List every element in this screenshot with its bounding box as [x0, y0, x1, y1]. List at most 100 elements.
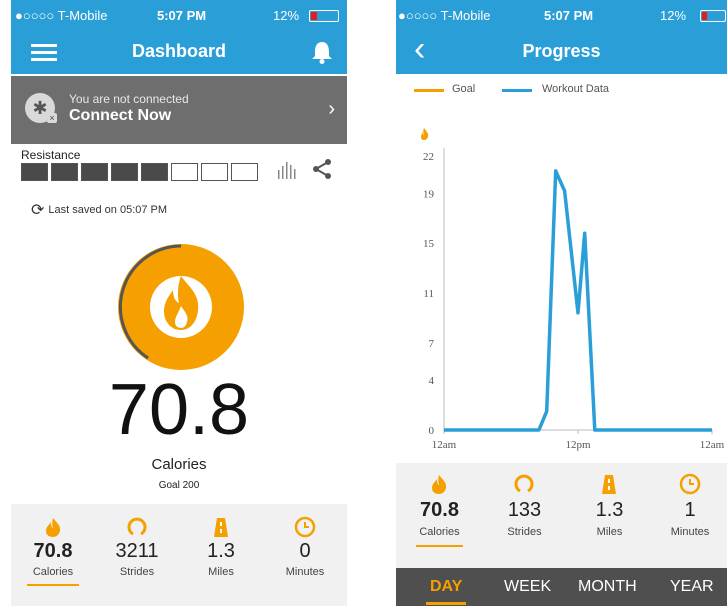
road-icon	[602, 475, 616, 494]
tab-day[interactable]: DAY	[430, 578, 462, 596]
selected-indicator	[27, 584, 79, 586]
resistance-level-bar[interactable]	[21, 163, 258, 181]
period-tabs: DAY WEEK MONTH YEAR	[396, 568, 727, 606]
goal-label: Goal 200	[158, 480, 200, 491]
sync-icon[interactable]: ⟳	[31, 200, 44, 220]
stat-miles[interactable]: 1.3 Miles	[179, 504, 263, 606]
chevron-right-icon: ›	[328, 98, 335, 120]
connect-now-label: Connect Now	[69, 107, 172, 124]
stat-value: 1.3	[207, 540, 235, 562]
stat-minutes[interactable]: 1 Minutes	[653, 463, 727, 568]
progress-line-chart: 0 4 7 11 15 19 22 12am 12pm 12am	[421, 128, 725, 451]
flame-icon	[421, 128, 429, 140]
flame-icon	[432, 475, 447, 494]
y-axis: 0 4 7 11 15 19 22	[423, 148, 445, 437]
strides-icon	[514, 474, 534, 493]
road-icon	[214, 518, 228, 537]
resistance-segment[interactable]	[171, 163, 198, 181]
stat-value: 70.8	[420, 499, 459, 521]
series-line-workout-data	[444, 169, 712, 432]
resistance-label: Resistance	[21, 148, 81, 162]
resistance-segment[interactable]	[141, 163, 168, 181]
status-bar: ●○○○○ T-Mobile 5:07 PM 12%	[11, 0, 347, 28]
stat-label: Calories	[419, 526, 460, 538]
clock-icon	[679, 473, 701, 495]
connection-status-text: You are not connected	[69, 92, 189, 106]
x-tick-label: 12am	[700, 439, 725, 451]
clock-label: 5:07 PM	[544, 8, 594, 23]
y-tick-label: 19	[423, 188, 435, 200]
y-tick-label: 15	[423, 238, 435, 250]
resistance-segment[interactable]	[201, 163, 228, 181]
battery-icon	[309, 10, 339, 22]
clock-icon	[294, 516, 316, 538]
y-tick-label: 4	[429, 375, 435, 387]
selected-indicator	[416, 545, 463, 547]
stat-value: 1.3	[595, 499, 624, 521]
series-group	[444, 169, 712, 432]
equalizer-icon[interactable]	[277, 160, 299, 180]
resistance-segment[interactable]	[21, 163, 48, 181]
disconnected-icon: ×	[47, 113, 57, 123]
page-title: Progress	[522, 41, 601, 61]
y-tick-label: 11	[423, 288, 434, 300]
resistance-segment[interactable]	[111, 163, 138, 181]
x-axis: 12am 12pm 12am	[432, 429, 725, 451]
stat-value: 1	[684, 499, 696, 521]
last-saved: ⟳ Last saved on 05:07 PM	[31, 200, 167, 220]
x-tick-label: 12am	[432, 439, 457, 451]
x-tick-label: 12pm	[565, 439, 591, 451]
stat-value: 133	[507, 499, 542, 521]
tab-year[interactable]: YEAR	[670, 578, 714, 596]
stat-label: Strides	[507, 526, 542, 538]
flame-icon	[46, 518, 61, 537]
stat-value: 0	[299, 540, 311, 562]
stat-minutes[interactable]: 0 Minutes	[263, 504, 347, 606]
dashboard-screen: ●○○○○ T-Mobile 5:07 PM 12% Dashboard ✱ ×…	[11, 0, 347, 606]
y-tick-label: 7	[429, 338, 435, 350]
y-tick-label: 0	[429, 425, 435, 437]
chart-legend: Goal Workout Data	[396, 78, 727, 100]
tab-month[interactable]: MONTH	[578, 578, 637, 596]
page-title: Dashboard	[131, 41, 227, 61]
legend-workout-label: Workout Data	[542, 83, 610, 95]
workout-swatch	[502, 89, 532, 92]
battery-label: 12%	[273, 8, 300, 23]
tab-week[interactable]: WEEK	[504, 578, 551, 596]
stat-label: Minutes	[285, 566, 325, 578]
legend-goal-label: Goal	[452, 83, 476, 95]
stat-strides[interactable]: 133 Strides	[483, 463, 566, 568]
status-bar: ●○○○○ T-Mobile 5:07 PM 12%	[396, 0, 727, 28]
resistance-segment[interactable]	[231, 163, 258, 181]
active-tab-indicator	[426, 602, 466, 605]
resistance-segment[interactable]	[51, 163, 78, 181]
dashboard-header: Dashboard	[11, 28, 347, 74]
y-tick-label: 22	[423, 151, 434, 163]
bell-icon[interactable]	[311, 40, 333, 64]
progress-stats-bar: 70.8 Calories 133 Strides 1.3 Miles 1 Mi…	[396, 463, 727, 568]
battery-icon	[700, 10, 726, 22]
stat-label: Calories	[32, 566, 74, 578]
calories-value: 70.8	[108, 370, 250, 450]
resistance-segment[interactable]	[81, 163, 108, 181]
stat-label: Miles	[208, 566, 234, 578]
carrier-label: ●○○○○ T-Mobile	[398, 8, 491, 23]
battery-label: 12%	[660, 8, 687, 23]
progress-screen: ●○○○○ T-Mobile 5:07 PM 12% ‹ Progress Go…	[396, 0, 727, 606]
calories-label: Calories	[151, 456, 207, 473]
stat-label: Miles	[596, 526, 623, 538]
ring-progress-arc	[118, 244, 212, 360]
stat-value: 3211	[115, 540, 159, 562]
stat-calories[interactable]: 70.8 Calories	[398, 463, 481, 568]
flame-icon	[150, 276, 212, 338]
stat-miles[interactable]: 1.3 Miles	[568, 463, 651, 568]
carrier-label: ●○○○○ T-Mobile	[15, 8, 108, 23]
progress-header: ‹ Progress	[396, 28, 727, 74]
share-icon[interactable]	[311, 158, 333, 180]
stat-strides[interactable]: 3211 Strides	[95, 504, 179, 606]
dashboard-stats-bar: 70.8 Calories 3211 Strides 1.3 Miles 0 M…	[11, 504, 347, 606]
goal-swatch	[414, 89, 444, 92]
clock-label: 5:07 PM	[157, 8, 207, 23]
connect-banner[interactable]: ✱ × You are not connected Connect Now ›	[11, 76, 347, 144]
stat-calories[interactable]: 70.8 Calories	[11, 504, 95, 606]
